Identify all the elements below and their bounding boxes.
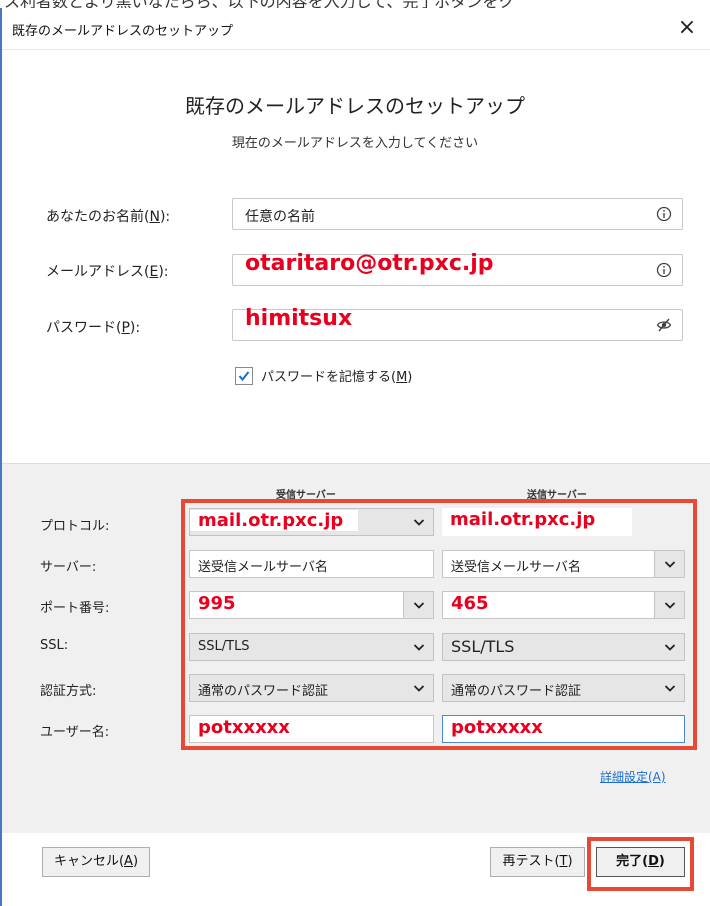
title-bar: 既存のメールアドレスのセットアップ × bbox=[2, 8, 710, 50]
close-icon[interactable]: × bbox=[670, 12, 704, 46]
port-label: ポート番号: bbox=[40, 601, 110, 616]
outgoing-port-input[interactable]: 465 bbox=[442, 591, 685, 619]
chevron-down-icon bbox=[664, 644, 676, 651]
incoming-ssl-select[interactable]: SSL/TLS bbox=[189, 633, 434, 661]
chevron-down-icon bbox=[664, 602, 676, 609]
outgoing-server-select[interactable]: 送受信メールサーバ名 bbox=[442, 550, 685, 578]
password-label: パスワード(P): bbox=[46, 320, 141, 336]
dialog-heading: 既存のメールアドレスのセットアップ bbox=[185, 94, 525, 118]
background-text-strip: ス利者数とより黒いなたらら、以下の内容を入力して、完了ボタンをク bbox=[0, 0, 710, 8]
remember-password-label: パスワードを記憶する(M) bbox=[261, 370, 413, 385]
outgoing-server-header: 送信サーバー bbox=[527, 490, 587, 501]
incoming-server-header: 受信サーバー bbox=[276, 490, 336, 501]
auth-label: 認証方式: bbox=[40, 684, 97, 699]
incoming-auth-select[interactable]: 通常のパスワード認証 bbox=[189, 674, 434, 702]
info-icon bbox=[656, 206, 672, 222]
protocol-label: プロトコル: bbox=[40, 519, 110, 534]
checkbox[interactable] bbox=[235, 366, 253, 385]
password-input-value: himitsux bbox=[245, 306, 353, 331]
name-label: あなたのお名前(N): bbox=[46, 209, 171, 225]
username-label: ユーザー名: bbox=[40, 725, 110, 740]
chevron-down-icon bbox=[413, 602, 425, 609]
email-input-value: otaritaro@otr.pxc.jp bbox=[245, 251, 494, 276]
ssl-label: SSL: bbox=[40, 638, 69, 653]
outgoing-protocol-value: mail.otr.pxc.jp bbox=[442, 508, 632, 536]
chevron-down-icon bbox=[413, 519, 425, 526]
outgoing-auth-select[interactable]: 通常のパスワード認証 bbox=[442, 674, 685, 702]
window-title: 既存のメールアドレスのセットアップ bbox=[12, 24, 234, 39]
cancel-button[interactable]: キャンセル(A) bbox=[42, 847, 150, 877]
chevron-down-icon bbox=[413, 644, 425, 651]
advanced-settings-link[interactable]: 詳細設定(A) bbox=[600, 768, 666, 785]
email-input[interactable]: otaritaro@otr.pxc.jp bbox=[232, 251, 683, 286]
outgoing-username-input[interactable]: potxxxxx bbox=[442, 715, 685, 743]
info-icon bbox=[656, 262, 672, 278]
name-input[interactable]: 任意の名前 bbox=[232, 198, 683, 230]
remember-password-checkbox[interactable]: パスワードを記憶する(M) bbox=[235, 366, 412, 385]
dialog-subheading: 現在のメールアドレスを入力してください bbox=[231, 136, 479, 151]
retest-button[interactable]: 再テスト(T) bbox=[490, 847, 585, 877]
chevron-down-icon bbox=[413, 685, 425, 692]
done-button[interactable]: 完了(D) bbox=[596, 847, 685, 877]
chevron-down-icon bbox=[664, 685, 676, 692]
server-label: サーバー: bbox=[40, 560, 97, 575]
incoming-server-input[interactable]: 送受信メールサーバ名 bbox=[189, 550, 434, 578]
chevron-down-icon bbox=[664, 561, 676, 568]
incoming-port-input[interactable]: 995 bbox=[189, 591, 434, 619]
checkmark-icon bbox=[238, 370, 250, 381]
name-input-value: 任意の名前 bbox=[245, 209, 315, 225]
password-input[interactable]: himitsux bbox=[232, 306, 683, 341]
incoming-username-input[interactable]: potxxxxx bbox=[189, 715, 434, 743]
incoming-protocol-select[interactable]: mail.otr.pxc.jp bbox=[189, 508, 434, 536]
eye-slash-icon[interactable] bbox=[656, 317, 672, 333]
outgoing-ssl-select[interactable]: SSL/TLS bbox=[442, 633, 685, 661]
email-label: メールアドレス(E): bbox=[46, 264, 169, 280]
